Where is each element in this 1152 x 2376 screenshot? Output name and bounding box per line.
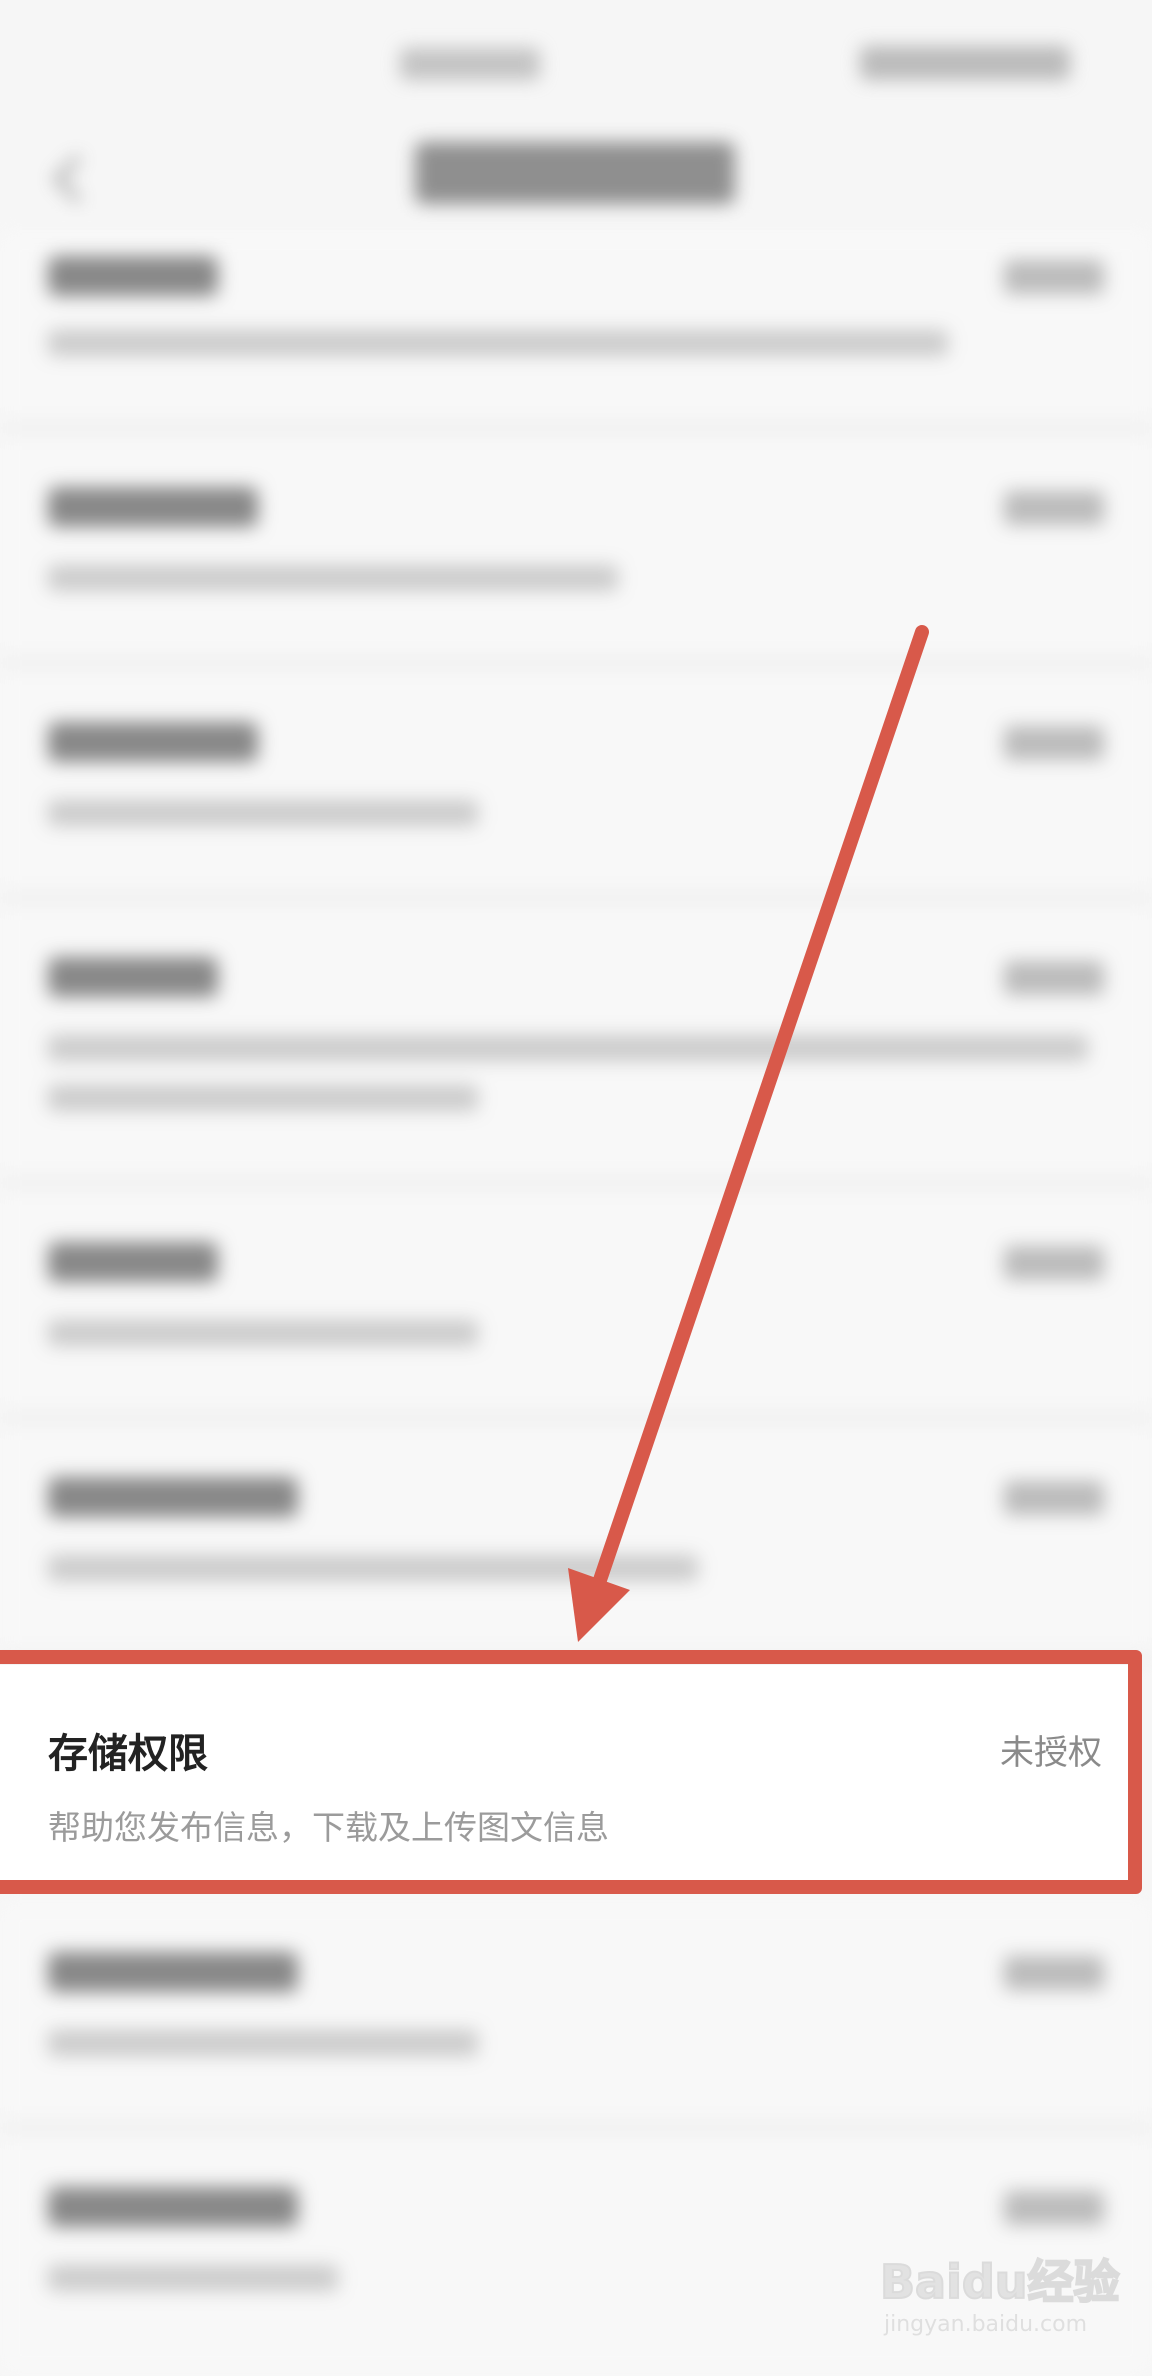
permission-row[interactable] bbox=[0, 435, 1152, 670]
permission-desc bbox=[48, 800, 478, 826]
status-time bbox=[400, 48, 540, 80]
permission-title bbox=[48, 722, 258, 762]
back-chevron-icon[interactable] bbox=[50, 148, 84, 208]
permission-desc bbox=[48, 1320, 478, 1346]
permission-status bbox=[1004, 491, 1104, 525]
blurred-background bbox=[0, 0, 1152, 2376]
permission-status bbox=[1004, 1956, 1104, 1990]
permission-desc bbox=[48, 2030, 478, 2056]
permission-status bbox=[1004, 726, 1104, 760]
watermark-url: jingyan.baidu.com bbox=[884, 2312, 1088, 2337]
highlight-box bbox=[0, 1650, 1142, 1894]
permission-desc bbox=[48, 565, 618, 591]
status-icons bbox=[860, 46, 1070, 80]
permission-desc bbox=[48, 1555, 698, 1581]
permission-settings-screen: 存储权限 未授权 帮助您发布信息，下载及上传图文信息 Baidu经验 jingy… bbox=[0, 0, 1152, 2376]
permission-title bbox=[48, 256, 218, 296]
permission-row[interactable] bbox=[0, 1900, 1152, 2135]
permission-title bbox=[48, 1242, 218, 1282]
permission-row[interactable] bbox=[0, 670, 1152, 905]
nav-bar bbox=[0, 120, 1152, 230]
permission-status bbox=[1004, 1481, 1104, 1515]
baidu-watermark: Baidu经验 jingyan.baidu.com bbox=[879, 2246, 1121, 2356]
permission-desc bbox=[48, 330, 948, 356]
permission-desc bbox=[48, 1085, 478, 1111]
permission-title bbox=[48, 1477, 298, 1517]
permission-row[interactable] bbox=[0, 1425, 1152, 1665]
permission-status bbox=[1004, 961, 1104, 995]
permission-desc bbox=[48, 1035, 1088, 1061]
watermark-logo: Baidu经验 bbox=[879, 2254, 1121, 2310]
permission-row[interactable] bbox=[0, 1190, 1152, 1425]
permission-status bbox=[1004, 260, 1104, 294]
permission-title bbox=[48, 1952, 298, 1992]
permission-title bbox=[48, 487, 258, 527]
permission-title bbox=[48, 957, 218, 997]
status-bar bbox=[0, 0, 1152, 130]
permission-row[interactable] bbox=[0, 905, 1152, 1190]
permission-row[interactable] bbox=[0, 230, 1152, 435]
page-title bbox=[415, 142, 735, 204]
permission-status bbox=[1004, 2191, 1104, 2225]
permission-title bbox=[48, 2187, 298, 2227]
permission-desc bbox=[48, 2265, 338, 2291]
permission-status bbox=[1004, 1246, 1104, 1280]
